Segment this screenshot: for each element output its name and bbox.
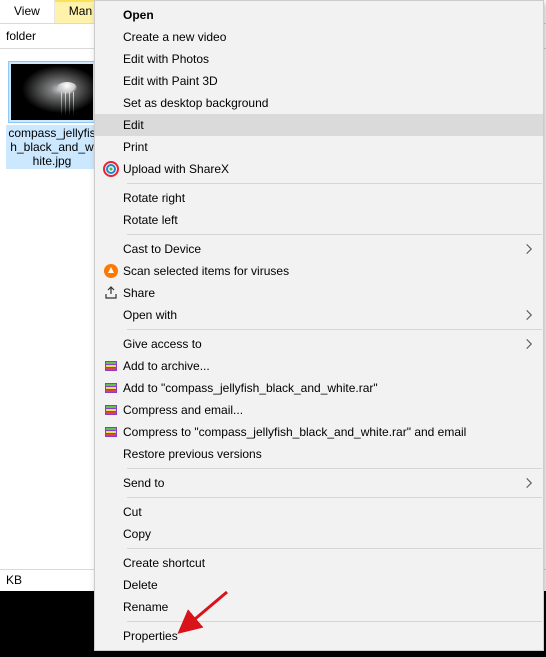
menu-restore[interactable]: Restore previous versions	[95, 443, 543, 465]
menu-scan-viruses[interactable]: Scan selected items for viruses	[95, 260, 543, 282]
winrar-icon	[99, 424, 123, 440]
menu-rename[interactable]: Rename	[95, 596, 543, 618]
menu-rotate-right[interactable]: Rotate right	[95, 187, 543, 209]
menu-create-video[interactable]: Create a new video	[95, 26, 543, 48]
status-size: KB	[6, 573, 22, 588]
menu-share[interactable]: Share	[95, 282, 543, 304]
menu-cut[interactable]: Cut	[95, 501, 543, 523]
share-icon	[99, 285, 123, 301]
menu-upload-sharex[interactable]: Upload with ShareX	[95, 158, 543, 180]
menu-set-background[interactable]: Set as desktop background	[95, 92, 543, 114]
menu-give-access[interactable]: Give access to	[95, 333, 543, 355]
chevron-right-icon	[524, 310, 533, 321]
avast-icon	[99, 263, 123, 279]
menu-separator	[127, 183, 542, 184]
menu-cast[interactable]: Cast to Device	[95, 238, 543, 260]
winrar-icon	[99, 380, 123, 396]
sharex-icon	[99, 161, 123, 177]
menu-edit-photos[interactable]: Edit with Photos	[95, 48, 543, 70]
ribbon-tab-view[interactable]: View	[0, 0, 55, 23]
context-menu: Open Create a new video Edit with Photos…	[94, 0, 544, 651]
file-item[interactable]: compass_jellyfish_black_and_white.jpg	[6, 61, 98, 169]
file-label: compass_jellyfish_black_and_white.jpg	[6, 125, 98, 169]
chevron-right-icon	[524, 478, 533, 489]
menu-open[interactable]: Open	[95, 4, 543, 26]
menu-edit[interactable]: Edit	[95, 114, 543, 136]
menu-compress-to-email[interactable]: Compress to "compass_jellyfish_black_and…	[95, 421, 543, 443]
menu-add-archive[interactable]: Add to archive...	[95, 355, 543, 377]
menu-add-to-rar[interactable]: Add to "compass_jellyfish_black_and_whit…	[95, 377, 543, 399]
winrar-icon	[99, 358, 123, 374]
menu-separator	[127, 234, 542, 235]
chevron-right-icon	[524, 339, 533, 350]
menu-delete[interactable]: Delete	[95, 574, 543, 596]
menu-properties[interactable]: Properties	[95, 625, 543, 647]
file-thumbnail	[8, 61, 96, 123]
menu-copy[interactable]: Copy	[95, 523, 543, 545]
menu-compress-email[interactable]: Compress and email...	[95, 399, 543, 421]
menu-create-shortcut[interactable]: Create shortcut	[95, 552, 543, 574]
menu-print[interactable]: Print	[95, 136, 543, 158]
menu-separator	[127, 329, 542, 330]
chevron-right-icon	[524, 244, 533, 255]
menu-open-with[interactable]: Open with	[95, 304, 543, 326]
menu-separator	[127, 468, 542, 469]
winrar-icon	[99, 402, 123, 418]
menu-separator	[127, 621, 542, 622]
menu-rotate-left[interactable]: Rotate left	[95, 209, 543, 231]
menu-separator	[127, 497, 542, 498]
menu-separator	[127, 548, 542, 549]
menu-send-to[interactable]: Send to	[95, 472, 543, 494]
menu-edit-paint3d[interactable]: Edit with Paint 3D	[95, 70, 543, 92]
